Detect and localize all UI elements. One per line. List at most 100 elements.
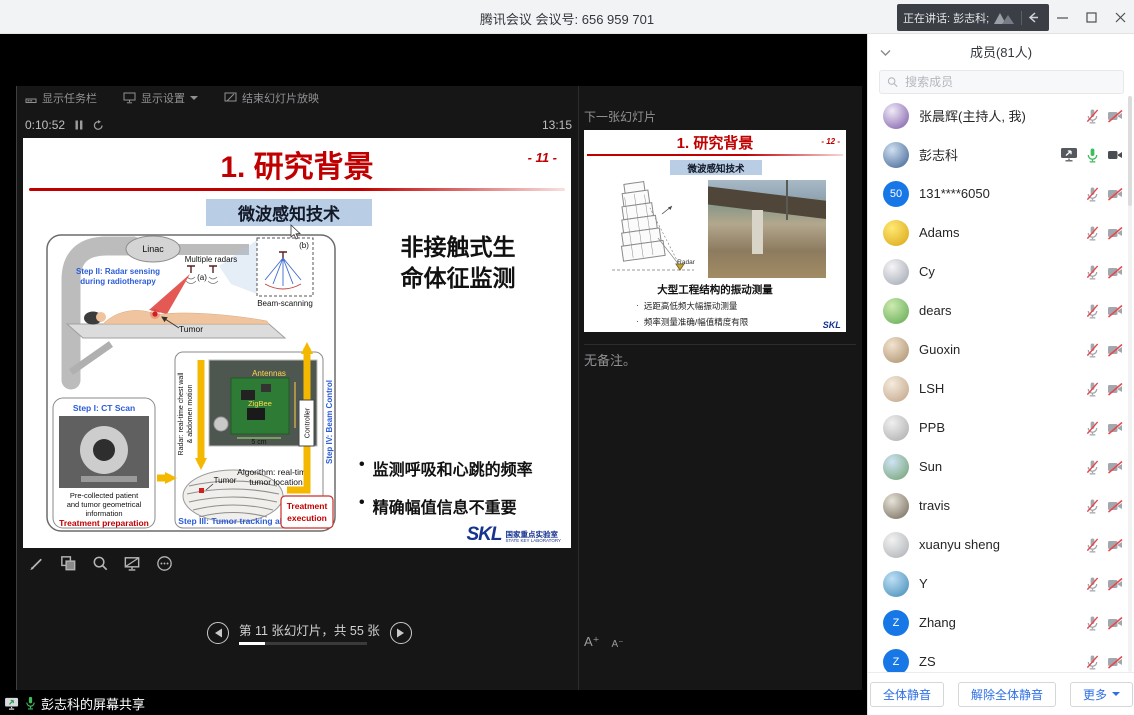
- pen-icon[interactable]: [25, 552, 47, 574]
- camera-off-icon[interactable]: [1107, 499, 1123, 513]
- restart-timer-icon[interactable]: [93, 120, 104, 131]
- end-slideshow-button[interactable]: 结束幻灯片放映: [224, 90, 319, 106]
- member-name: Cy: [919, 264, 1085, 279]
- screen-share-badge-icon[interactable]: [1060, 147, 1078, 162]
- camera-off-icon[interactable]: [1107, 265, 1123, 279]
- treatment-preparation-label: Treatment preparation: [59, 518, 149, 528]
- display-settings-button[interactable]: 显示设置: [123, 90, 198, 106]
- titlebar: 腾讯会议 会议号: 656 959 701 正在讲话: 彭志科;: [0, 0, 1134, 34]
- member-row[interactable]: LSH: [868, 369, 1134, 408]
- speaking-label: 正在讲话: 彭志科;: [903, 10, 989, 26]
- avatar: Z: [883, 610, 909, 636]
- member-row[interactable]: Guoxin: [868, 330, 1134, 369]
- member-row[interactable]: 张晨辉(主持人, 我): [868, 96, 1134, 135]
- preview-title: 1. 研究背景: [584, 132, 846, 153]
- mic-muted-icon[interactable]: [1085, 381, 1100, 397]
- members-count-title: 成员(81人): [868, 42, 1134, 61]
- camera-icon[interactable]: [1107, 148, 1123, 162]
- camera-off-icon[interactable]: [1107, 226, 1123, 240]
- member-row[interactable]: ZZhang: [868, 603, 1134, 642]
- mic-muted-icon[interactable]: [1085, 654, 1100, 670]
- camera-off-icon[interactable]: [1107, 460, 1123, 474]
- pause-timer-icon[interactable]: [75, 120, 83, 130]
- member-row[interactable]: travis: [868, 486, 1134, 525]
- zoom-icon[interactable]: [89, 552, 111, 574]
- member-row[interactable]: 彭志科: [868, 135, 1134, 174]
- mic-on-icon[interactable]: [1085, 147, 1100, 163]
- share-bar-text: 彭志科的屏幕共享: [41, 694, 145, 713]
- tencent-meeting-window: 腾讯会议 会议号: 656 959 701 正在讲话: 彭志科;: [0, 0, 1134, 715]
- mic-muted-icon[interactable]: [1085, 498, 1100, 514]
- mute-all-button[interactable]: 全体静音: [870, 682, 944, 707]
- preview-skl-logo: SKL: [823, 320, 842, 330]
- more-button[interactable]: 更多: [1070, 682, 1133, 707]
- slide-headline: 非接触式生命体征监测: [355, 232, 561, 294]
- mic-muted-icon[interactable]: [1085, 420, 1100, 436]
- member-row[interactable]: Sun: [868, 447, 1134, 486]
- avatar: [883, 493, 909, 519]
- mic-muted-icon[interactable]: [1085, 537, 1100, 553]
- divider: [1021, 11, 1022, 25]
- preview-tech-box: 微波感知技术: [670, 160, 762, 175]
- minimize-button[interactable]: [1048, 0, 1077, 34]
- notes-font-decrease-button[interactable]: A⁻: [612, 639, 624, 650]
- tower-sketch: Radar: [602, 180, 702, 278]
- avatar: Z: [883, 649, 909, 673]
- slide-thumbnails-icon[interactable]: [57, 552, 79, 574]
- avatar: [883, 337, 909, 363]
- mic-muted-icon[interactable]: [1085, 186, 1100, 202]
- camera-off-icon[interactable]: [1107, 655, 1123, 669]
- mic-muted-icon[interactable]: [1085, 459, 1100, 475]
- mic-muted-icon[interactable]: [1085, 264, 1100, 280]
- close-button[interactable]: [1106, 0, 1134, 34]
- step1-label: Step I: CT Scan: [73, 403, 135, 413]
- member-search-box[interactable]: [879, 70, 1124, 94]
- camera-off-icon[interactable]: [1107, 421, 1123, 435]
- next-slide-preview: 1. 研究背景 - 12 - 微波感知技术: [584, 130, 846, 332]
- camera-off-icon[interactable]: [1107, 343, 1123, 357]
- more-options-icon[interactable]: [153, 552, 175, 574]
- black-screen-icon[interactable]: [121, 552, 143, 574]
- member-search-input[interactable]: [903, 74, 1116, 90]
- unmute-all-button[interactable]: 解除全体静音: [958, 682, 1056, 707]
- mic-muted-icon[interactable]: [1085, 615, 1100, 631]
- member-row[interactable]: PPB: [868, 408, 1134, 447]
- slide-progress-bar: [239, 642, 367, 645]
- member-row[interactable]: Y: [868, 564, 1134, 603]
- member-row[interactable]: 50131****6050: [868, 174, 1134, 213]
- camera-off-icon[interactable]: [1107, 577, 1123, 591]
- member-row[interactable]: ZZS: [868, 642, 1134, 672]
- notes-font-increase-button[interactable]: A⁺: [584, 634, 600, 650]
- camera-off-icon[interactable]: [1107, 538, 1123, 552]
- member-row[interactable]: Adams: [868, 213, 1134, 252]
- camera-off-icon[interactable]: [1107, 187, 1123, 201]
- mic-muted-icon[interactable]: [1085, 576, 1100, 592]
- member-name: xuanyu sheng: [919, 537, 1085, 552]
- current-slide: 1. 研究背景 - 11 - 微波感知技术 非接触式生命体征监测 •监测呼吸和心…: [23, 138, 571, 548]
- mic-muted-icon[interactable]: [1085, 342, 1100, 358]
- camera-off-icon[interactable]: [1107, 304, 1123, 318]
- member-name: 张晨辉(主持人, 我): [919, 106, 1085, 125]
- members-header: 成员(81人): [868, 34, 1134, 64]
- mic-muted-icon[interactable]: [1085, 108, 1100, 124]
- return-arrow-icon[interactable]: [1026, 11, 1041, 24]
- member-name: travis: [919, 498, 1085, 513]
- member-row[interactable]: dears: [868, 291, 1134, 330]
- mic-muted-icon[interactable]: [1085, 225, 1100, 241]
- avatar: [883, 571, 909, 597]
- avatar: [883, 142, 909, 168]
- member-name: LSH: [919, 381, 1085, 396]
- camera-off-icon[interactable]: [1107, 616, 1123, 630]
- next-slide-button[interactable]: [390, 622, 412, 644]
- camera-off-icon[interactable]: [1107, 109, 1123, 123]
- notes-divider: [584, 344, 856, 345]
- show-taskbar-button[interactable]: 显示任务栏: [25, 90, 97, 106]
- camera-off-icon[interactable]: [1107, 382, 1123, 396]
- member-row[interactable]: xuanyu sheng: [868, 525, 1134, 564]
- maximize-button[interactable]: [1077, 0, 1106, 34]
- member-list-scrollbar[interactable]: [1128, 96, 1132, 672]
- avatar: 50: [883, 181, 909, 207]
- member-row[interactable]: Cy: [868, 252, 1134, 291]
- previous-slide-button[interactable]: [207, 622, 229, 644]
- mic-muted-icon[interactable]: [1085, 303, 1100, 319]
